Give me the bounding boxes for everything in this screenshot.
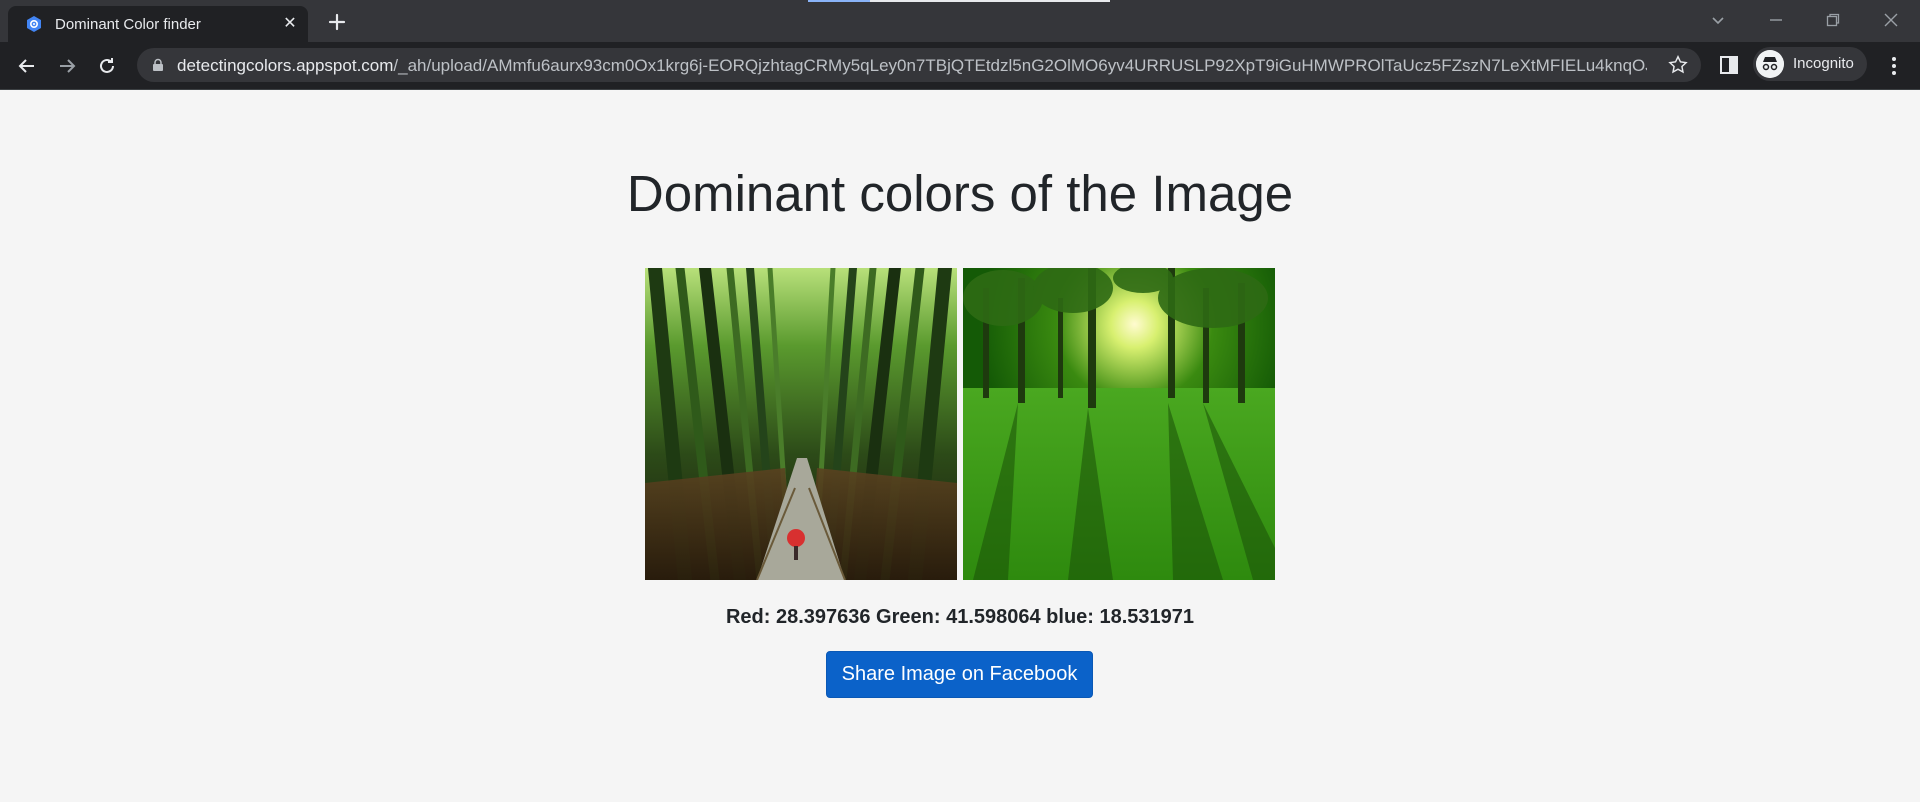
star-icon[interactable]: [1667, 54, 1689, 76]
page-title: Dominant colors of the Image: [626, 165, 1294, 222]
incognito-icon: [1756, 50, 1784, 78]
sunlit-park-illustration: [963, 268, 1275, 580]
forward-arrow-icon[interactable]: [55, 54, 79, 78]
browser-toolbar: detectingcolors.appspot.com/_ah/upload/A…: [0, 42, 1920, 90]
incognito-profile-chip[interactable]: Incognito: [1753, 47, 1867, 81]
bamboo-forest-illustration: [645, 268, 957, 580]
url-host: detectingcolors.appspot.com: [177, 56, 394, 75]
tab-strip-accent-light: [870, 0, 1110, 2]
lock-icon[interactable]: [151, 58, 165, 72]
app-engine-icon: [27, 16, 41, 32]
bamboo-forest-image: [645, 268, 957, 580]
close-window-icon[interactable]: [1879, 8, 1903, 32]
incognito-label: Incognito: [1793, 55, 1854, 72]
tab-title: Dominant Color finder: [55, 16, 201, 33]
tab-strip: Dominant Color finder ✕: [0, 0, 1920, 42]
side-panel-icon[interactable]: [1718, 54, 1740, 76]
tab-search-icon[interactable]: [1706, 8, 1730, 32]
minimize-icon[interactable]: [1764, 8, 1788, 32]
new-tab-plus-icon[interactable]: [325, 10, 349, 34]
dominant-color-rgb-readout: Red: 28.397636 Green: 41.598064 blue: 18…: [725, 606, 1195, 628]
share-facebook-button[interactable]: Share Image on Facebook: [826, 651, 1093, 698]
restore-icon[interactable]: [1821, 8, 1845, 32]
reload-icon[interactable]: [95, 54, 119, 78]
browser-tab-active[interactable]: Dominant Color finder ✕: [8, 6, 308, 42]
address-bar[interactable]: detectingcolors.appspot.com/_ah/upload/A…: [137, 48, 1701, 82]
tab-close-icon[interactable]: ✕: [280, 14, 300, 34]
tab-strip-accent: [808, 0, 870, 2]
kebab-menu-icon[interactable]: [1882, 54, 1906, 78]
url-path: /_ah/upload/AMmfu6aurx93cm0Ox1krg6j-EORQ…: [393, 56, 1647, 75]
url-text[interactable]: detectingcolors.appspot.com/_ah/upload/A…: [177, 56, 1647, 76]
page-content: Dominant colors of the Image Red: 28.397…: [0, 89, 1920, 802]
back-arrow-icon[interactable]: [15, 54, 39, 78]
sunlit-park-image: [963, 268, 1275, 580]
